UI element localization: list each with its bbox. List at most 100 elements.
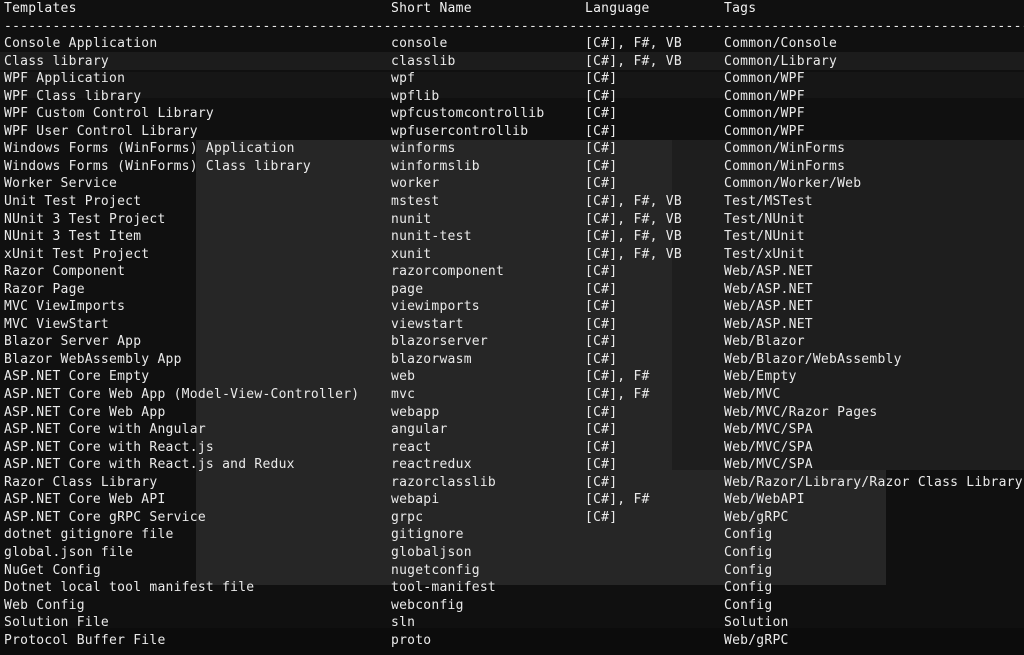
- template-name: Windows Forms (WinForms) Application: [4, 141, 295, 157]
- template-name: Unit Test Project: [4, 194, 142, 210]
- template-name: MVC ViewStart: [4, 316, 109, 332]
- header-templates: Templates: [4, 1, 77, 16]
- tags: Common/WinForms: [724, 158, 846, 174]
- template-name: MVC ViewImports: [4, 299, 126, 315]
- template-name: dotnet gitignore file: [4, 527, 174, 543]
- template-name: Solution File: [4, 615, 109, 631]
- table-row: ASP.NET Core with React.js and Redux reac…: [0, 456, 1024, 474]
- template-name: ASP.NET Core Web App (Model-View-Control…: [4, 387, 360, 403]
- language: [C#], F#, VB: [585, 246, 682, 262]
- tags: Config: [724, 527, 773, 543]
- table-row: NUnit 3 Test Project nunit [C#], F#, VB Tes…: [0, 211, 1024, 229]
- table-row: dotnet gitignore file gitignore Config: [0, 526, 1024, 544]
- language: [C#]: [585, 264, 618, 280]
- table-row: Class library classlib [C#], F#, VB Common/…: [0, 53, 1024, 71]
- table-row: ASP.NET Core gRPC Service grpc [C#] Web/gRP…: [0, 509, 1024, 527]
- template-name: Razor Component: [4, 264, 126, 280]
- template-name: Windows Forms (WinForms) Class library: [4, 158, 311, 174]
- language: [C#], F#: [585, 369, 650, 385]
- template-name: Blazor WebAssembly App: [4, 351, 182, 367]
- tags: Web/Razor/Library/Razor Class Library: [724, 474, 1023, 490]
- language: [C#]: [585, 422, 618, 438]
- tags: Common/Worker/Web: [724, 176, 862, 192]
- table-row: Windows Forms (WinForms) Class library wi…: [0, 158, 1024, 176]
- template-name: Razor Page: [4, 281, 85, 297]
- tags: Web/Empty: [724, 369, 797, 385]
- short-name: react: [391, 439, 432, 455]
- table-row: Razor Component razorcomponent [C#] Web/ASP…: [0, 263, 1024, 281]
- tags: Test/NUnit: [724, 229, 805, 245]
- table-row: Web Config webconfig Config: [0, 597, 1024, 615]
- language: [C#], F#: [585, 387, 650, 403]
- table-row: Blazor Server App blazorserver [C#] Web/Bla…: [0, 333, 1024, 351]
- short-name: grpc: [391, 509, 424, 525]
- short-name: globaljson: [391, 544, 472, 560]
- header-short-name: Short Name: [391, 1, 472, 16]
- tags: Web/ASP.NET: [724, 316, 813, 332]
- short-name: angular: [391, 422, 448, 438]
- tags: Config: [724, 597, 773, 613]
- table-row: ASP.NET Core Web API webapi [C#], F# Web/We…: [0, 491, 1024, 509]
- language: [C#], F#, VB: [585, 53, 682, 69]
- language: [C#]: [585, 299, 618, 315]
- short-name: gitignore: [391, 527, 464, 543]
- tags: Common/WinForms: [724, 141, 846, 157]
- template-name: Dotnet local tool manifest file: [4, 580, 255, 596]
- table-row: ASP.NET Core Web App webapp [C#] Web/MVC/Ra…: [0, 404, 1024, 422]
- language: [C#], F#, VB: [585, 211, 682, 227]
- short-name: nunit-test: [391, 229, 472, 245]
- table-row: WPF Application wpf [C#] Common/WPF: [0, 70, 1024, 88]
- language: [C#]: [585, 71, 618, 87]
- table-row: Console Application console [C#], F#, VB Co…: [0, 35, 1024, 53]
- short-name: webapp: [391, 404, 440, 420]
- short-name: wpfcustomcontrollib: [391, 106, 545, 122]
- table-row: WPF User Control Library wpfusercontrolli…: [0, 123, 1024, 141]
- short-name: web: [391, 369, 416, 385]
- template-name: ASP.NET Core with React.js: [4, 439, 214, 455]
- template-name: Console Application: [4, 36, 158, 52]
- tags: Web/ASP.NET: [724, 264, 813, 280]
- language: [C#]: [585, 281, 618, 297]
- language: [C#]: [585, 351, 618, 367]
- table-row: Razor Class Library razorclasslib [C#] Web/…: [0, 474, 1024, 492]
- short-name: classlib: [391, 53, 456, 69]
- template-name: Worker Service: [4, 176, 118, 192]
- template-name: NuGet Config: [4, 562, 101, 578]
- short-name: webapi: [391, 492, 440, 508]
- table-row: Blazor WebAssembly App blazorwasm [C#] Web/…: [0, 351, 1024, 369]
- tags: Web/MVC/SPA: [724, 439, 813, 455]
- short-name: razorclasslib: [391, 474, 496, 490]
- table-row: ASP.NET Core with React.js react [C#] Web/M…: [0, 439, 1024, 457]
- table-row: WPF Class library wpflib [C#] Common/WPF: [0, 88, 1024, 106]
- short-name: nugetconfig: [391, 562, 480, 578]
- language: [C#]: [585, 88, 618, 104]
- short-name: console: [391, 36, 448, 52]
- language: [C#]: [585, 123, 618, 139]
- table-row: Solution File sln Solution: [0, 614, 1024, 632]
- tags: Test/xUnit: [724, 246, 805, 262]
- table-row: global.json file globaljson Config: [0, 544, 1024, 562]
- short-name: razorcomponent: [391, 264, 505, 280]
- tags: Common/WPF: [724, 123, 805, 139]
- template-name: ASP.NET Core Web API: [4, 492, 166, 508]
- tags: Web/MVC/SPA: [724, 422, 813, 438]
- language: [C#], F#, VB: [585, 36, 682, 52]
- tags: Web/gRPC: [724, 632, 789, 648]
- template-name: WPF Custom Control Library: [4, 106, 214, 122]
- template-list: Console Application console [C#], F#, VB Co…: [0, 35, 1024, 649]
- language: [C#]: [585, 474, 618, 490]
- tags: Config: [724, 562, 773, 578]
- language: [C#]: [585, 158, 618, 174]
- table-row: MVC ViewStart viewstart [C#] Web/ASP.NET: [0, 316, 1024, 334]
- template-name: ASP.NET Core Web App: [4, 404, 166, 420]
- tags: Web/ASP.NET: [724, 281, 813, 297]
- language: [C#]: [585, 141, 618, 157]
- tags: Web/MVC: [724, 387, 781, 403]
- template-name: ASP.NET Core gRPC Service: [4, 509, 206, 525]
- tags: Common/WPF: [724, 106, 805, 122]
- language: [C#], F#, VB: [585, 229, 682, 245]
- tags: Web/Blazor: [724, 334, 805, 350]
- table-row: Razor Page page [C#] Web/ASP.NET: [0, 281, 1024, 299]
- table-row: ASP.NET Core Empty web [C#], F# Web/Empty: [0, 368, 1024, 386]
- short-name: viewimports: [391, 299, 480, 315]
